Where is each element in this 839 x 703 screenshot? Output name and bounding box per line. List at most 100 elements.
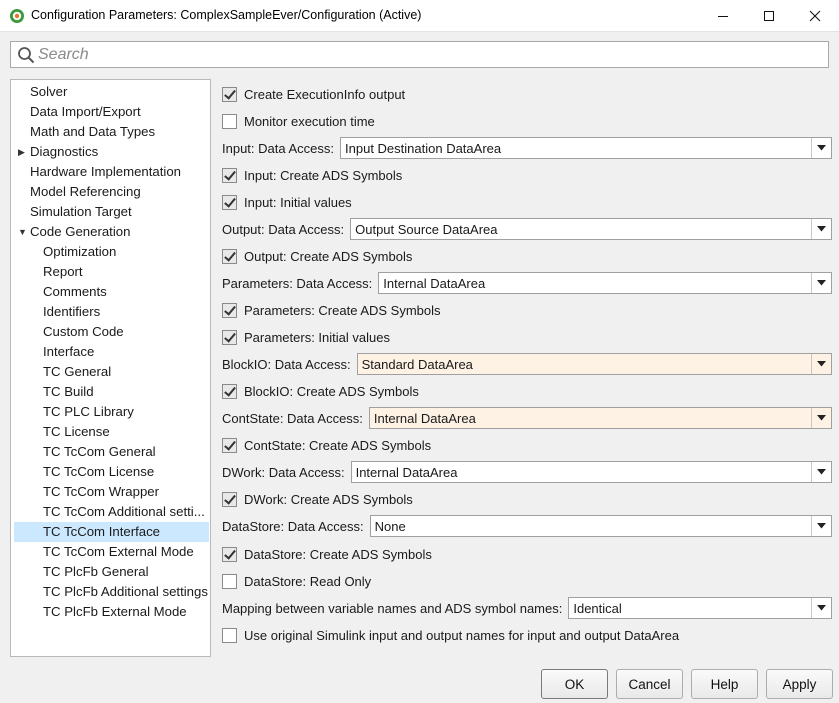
- checkbox-row-dwork-create-ads-symbols[interactable]: DWork: Create ADS Symbols: [222, 487, 413, 511]
- checkbox-label: DWork: Create ADS Symbols: [244, 491, 413, 507]
- tree-item-tc-tccom-interface[interactable]: TC TcCom Interface: [14, 522, 209, 542]
- tree-item-tc-general[interactable]: TC General: [14, 362, 209, 382]
- tree-item-custom-code[interactable]: Custom Code: [14, 322, 209, 342]
- checkbox-row-create-executioninfo-output[interactable]: Create ExecutionInfo output: [222, 82, 405, 106]
- checkbox-row-datastore-read-only[interactable]: DataStore: Read Only: [222, 569, 371, 593]
- tree-item-simulation-target[interactable]: Simulation Target: [14, 202, 209, 222]
- collapsed-arrow-icon[interactable]: ▶: [18, 142, 28, 162]
- tree-item-label: Diagnostics: [30, 144, 99, 159]
- dropdown-mapping-between-variable-names-and-ads-symbol-names[interactable]: Identical: [568, 597, 832, 619]
- minimize-button[interactable]: [700, 0, 746, 32]
- checkbox-row-monitor-execution-time[interactable]: Monitor execution time: [222, 109, 375, 133]
- tree-item-label: Math and Data Types: [30, 124, 156, 139]
- maximize-button[interactable]: [746, 0, 792, 32]
- unchecked-checkbox[interactable]: [222, 113, 237, 129]
- tree-item-identifiers[interactable]: Identifiers: [14, 302, 209, 322]
- checked-checkbox[interactable]: [222, 329, 237, 345]
- chevron-down-icon[interactable]: [811, 462, 831, 482]
- tree-item-hardware-implementation[interactable]: Hardware Implementation: [14, 162, 209, 182]
- chevron-down-icon[interactable]: [811, 516, 831, 536]
- tree-item-data-import-export[interactable]: Data Import/Export: [14, 102, 209, 122]
- tree-item-tc-tccom-external-mode[interactable]: TC TcCom External Mode: [14, 542, 209, 562]
- tree-item-tc-tccom-wrapper[interactable]: TC TcCom Wrapper: [14, 482, 209, 502]
- checkbox-label: Input: Create ADS Symbols: [244, 167, 403, 183]
- dropdown-label: ContState: Data Access:: [222, 410, 363, 426]
- dropdown-blockio-data-access[interactable]: Standard DataArea: [356, 353, 832, 375]
- tree-item-tc-license[interactable]: TC License: [14, 422, 209, 442]
- checkbox-row-blockio-create-ads-symbols[interactable]: BlockIO: Create ADS Symbols: [222, 379, 419, 403]
- checked-checkbox[interactable]: [222, 302, 237, 318]
- checkbox-row-contstate-create-ads-symbols[interactable]: ContState: Create ADS Symbols: [222, 433, 431, 457]
- checked-checkbox[interactable]: [222, 194, 237, 210]
- tree-item-tc-tccom-license[interactable]: TC TcCom License: [14, 462, 209, 482]
- tree-item-label: Report: [43, 264, 83, 279]
- tree-item-tc-build[interactable]: TC Build: [14, 382, 209, 402]
- checkbox-label: Parameters: Create ADS Symbols: [244, 302, 441, 318]
- checked-checkbox[interactable]: [222, 86, 237, 102]
- checked-checkbox[interactable]: [222, 546, 237, 562]
- search-input[interactable]: [38, 44, 808, 65]
- tree-item-code-generation[interactable]: ▼ Code Generation: [14, 222, 209, 242]
- checked-checkbox[interactable]: [222, 248, 237, 264]
- checkbox-row-datastore-create-ads-symbols[interactable]: DataStore: Create ADS Symbols: [222, 542, 432, 566]
- checkbox-label: Output: Create ADS Symbols: [244, 248, 413, 264]
- close-button[interactable]: [792, 0, 838, 32]
- tree-item-math-and-data-types[interactable]: Math and Data Types: [14, 122, 209, 142]
- tree-item-interface[interactable]: Interface: [14, 342, 209, 362]
- tree-item-tc-tccom-general[interactable]: TC TcCom General: [14, 442, 209, 462]
- dropdown-row-contstate-data-access: ContState: Data Access: Internal DataArea: [222, 406, 832, 430]
- dropdown-row-blockio-data-access: BlockIO: Data Access: Standard DataArea: [222, 352, 832, 376]
- chevron-down-icon[interactable]: [811, 354, 831, 374]
- search-box[interactable]: [10, 41, 829, 68]
- tree-item-label: TC PlcFb External Mode: [43, 604, 187, 619]
- chevron-down-icon[interactable]: [811, 598, 831, 618]
- chevron-down-icon[interactable]: [811, 138, 831, 158]
- checkbox-row-use-original-simulink-input-and-output-names-for-input-and-output-dataarea[interactable]: Use original Simulink input and output n…: [222, 623, 679, 647]
- cancel-button[interactable]: Cancel: [616, 669, 683, 699]
- tree-item-comments[interactable]: Comments: [14, 282, 209, 302]
- apply-button[interactable]: Apply: [766, 669, 833, 699]
- checkbox-row-input-create-ads-symbols[interactable]: Input: Create ADS Symbols: [222, 163, 402, 187]
- dropdown-parameters-data-access[interactable]: Internal DataArea: [378, 272, 832, 294]
- tree-item-tc-tccom-additional-setti[interactable]: TC TcCom Additional setti...: [14, 502, 209, 522]
- checkbox-label: Monitor execution time: [244, 113, 375, 129]
- ok-button[interactable]: OK: [541, 669, 608, 699]
- chevron-down-icon[interactable]: [811, 219, 831, 239]
- expanded-arrow-icon[interactable]: ▼: [18, 222, 28, 242]
- tree-item-tc-plcfb-additional-settings[interactable]: TC PlcFb Additional settings: [14, 582, 209, 602]
- tree-item-diagnostics[interactable]: ▶ Diagnostics: [14, 142, 209, 162]
- checked-checkbox[interactable]: [222, 383, 237, 399]
- tree-item-solver[interactable]: Solver: [14, 82, 209, 102]
- checkbox-row-input-initial-values[interactable]: Input: Initial values: [222, 190, 352, 214]
- close-icon: [809, 10, 821, 22]
- checkbox-row-parameters-initial-values[interactable]: Parameters: Initial values: [222, 325, 390, 349]
- tree-item-label: Comments: [43, 284, 107, 299]
- checkbox-row-parameters-create-ads-symbols[interactable]: Parameters: Create ADS Symbols: [222, 298, 441, 322]
- dropdown-contstate-data-access[interactable]: Internal DataArea: [368, 407, 832, 429]
- tree-item-label: Custom Code: [43, 324, 124, 339]
- dropdown-datastore-data-access[interactable]: None: [369, 515, 832, 537]
- dropdown-input-data-access[interactable]: Input Destination DataArea: [340, 137, 832, 159]
- checked-checkbox[interactable]: [222, 167, 237, 183]
- chevron-down-icon[interactable]: [811, 273, 831, 293]
- tree-item-optimization[interactable]: Optimization: [14, 242, 209, 262]
- checked-checkbox[interactable]: [222, 491, 237, 507]
- tree-item-label: TC TcCom Additional setti...: [43, 504, 205, 519]
- unchecked-checkbox[interactable]: [222, 573, 237, 589]
- tree-item-report[interactable]: Report: [14, 262, 209, 282]
- help-button[interactable]: Help: [691, 669, 758, 699]
- dropdown-output-data-access[interactable]: Output Source DataArea: [350, 218, 832, 240]
- tree-item-tc-plcfb-external-mode[interactable]: TC PlcFb External Mode: [14, 602, 209, 622]
- dropdown-value: Identical: [573, 600, 622, 616]
- checkbox-row-output-create-ads-symbols[interactable]: Output: Create ADS Symbols: [222, 244, 412, 268]
- tree-item-label: TC TcCom License: [43, 464, 155, 479]
- chevron-down-icon[interactable]: [811, 408, 831, 428]
- unchecked-checkbox[interactable]: [222, 627, 237, 643]
- checked-checkbox[interactable]: [222, 437, 237, 453]
- tree-item-model-referencing[interactable]: Model Referencing: [14, 182, 209, 202]
- tree-item-label: Optimization: [43, 244, 117, 259]
- dropdown-dwork-data-access[interactable]: Internal DataArea: [350, 461, 832, 483]
- dropdown-value: Internal DataArea: [373, 410, 476, 426]
- tree-item-tc-plcfb-general[interactable]: TC PlcFb General: [14, 562, 209, 582]
- tree-item-tc-plc-library[interactable]: TC PLC Library: [14, 402, 209, 422]
